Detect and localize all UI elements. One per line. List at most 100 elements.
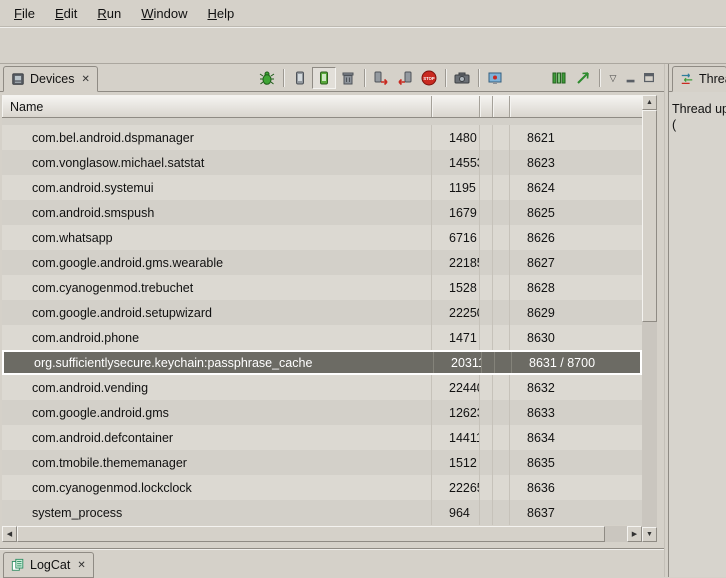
table-row[interactable]: com.android.smspush 1679 8625 — [2, 200, 642, 225]
tab-logcat[interactable]: LogCat ✕ — [3, 552, 94, 578]
pid-cell: 22185 — [432, 250, 480, 275]
name-column-header[interactable]: Name — [2, 96, 432, 117]
process-name-cell: com.android.systemui — [2, 175, 432, 200]
table-row[interactable]: com.tmobile.thememanager 1512 8635 — [2, 450, 642, 475]
table-row[interactable]: com.bel.android.dspmanager 1480 8621 — [2, 125, 642, 150]
stop-process-icon[interactable]: STOP — [417, 67, 441, 89]
empty-cell — [493, 375, 510, 400]
devices-toolbar: STOP ▽ — [255, 65, 658, 91]
vertical-scrollbar[interactable]: ▲ ▼ — [642, 95, 657, 542]
backup-device-icon[interactable] — [369, 67, 393, 89]
menu-file[interactable]: File — [4, 2, 45, 25]
table-row[interactable]: com.google.android.gms.wearable 22185 86… — [2, 250, 642, 275]
empty-cell — [480, 450, 493, 475]
update-heap-icon[interactable] — [288, 67, 312, 89]
restore-device-icon[interactable] — [393, 67, 417, 89]
empty-column-header[interactable] — [480, 96, 493, 117]
table-row[interactable]: com.whatsapp 6716 8626 — [2, 225, 642, 250]
empty-cell — [493, 150, 510, 175]
port-cell: 8629 — [510, 300, 642, 325]
port-cell: 8634 — [510, 425, 642, 450]
scroll-up-icon[interactable]: ▲ — [642, 95, 657, 110]
empty-cell — [493, 500, 510, 525]
pid-cell: 1528 — [432, 275, 480, 300]
empty-cell — [480, 425, 493, 450]
empty-cell — [480, 175, 493, 200]
process-name-cell: org.sufficientlysecure.keychain:passphra… — [4, 352, 434, 373]
method-profiling-icon[interactable] — [571, 67, 595, 89]
close-icon[interactable]: ✕ — [77, 560, 85, 571]
horizontal-scrollbar[interactable]: ◀ ▶ — [2, 526, 642, 542]
port-cell: 8635 — [510, 450, 642, 475]
pid-cell: 6716 — [432, 225, 480, 250]
tab-threads[interactable]: Threads — [672, 66, 726, 92]
tab-devices[interactable]: Devices ✕ — [3, 66, 98, 92]
debug-process-icon[interactable] — [255, 67, 279, 89]
process-name-cell: com.cyanogenmod.trebuchet — [2, 275, 432, 300]
menu-help[interactable]: Help — [197, 2, 244, 25]
table-row[interactable]: system_process 964 8637 — [2, 500, 642, 525]
logcat-tab-icon — [11, 558, 25, 572]
maximize-icon[interactable] — [640, 67, 658, 89]
table-row[interactable]: com.android.vending 22440 8632 — [2, 375, 642, 400]
empty-cell — [480, 225, 493, 250]
main-toolbar-strip — [0, 27, 726, 64]
process-name-cell: com.cyanogenmod.lockclock — [2, 475, 432, 500]
close-icon[interactable]: ✕ — [81, 74, 89, 85]
port-cell: 8624 — [510, 175, 642, 200]
device-tab-icon — [11, 72, 25, 86]
toolbar-separator — [283, 69, 284, 87]
threads-message-line2: ( — [672, 117, 723, 133]
horizontal-scrollbar-thumb[interactable] — [17, 526, 605, 542]
process-name-cell: com.android.vending — [2, 375, 432, 400]
pid-cell: 14553 — [432, 150, 480, 175]
view-menu-icon[interactable]: ▽ — [604, 67, 622, 89]
scroll-left-icon[interactable]: ◀ — [2, 526, 17, 542]
partial-row[interactable] — [2, 118, 642, 125]
threads-tab-label: Threads — [699, 72, 726, 86]
pid-column-header[interactable] — [432, 96, 480, 117]
scroll-down-icon[interactable]: ▼ — [642, 527, 657, 542]
table-row[interactable]: com.vonglasow.michael.satstat 14553 8623 — [2, 150, 642, 175]
dump-hprof-icon[interactable] — [312, 67, 336, 89]
process-name-cell: com.whatsapp — [2, 225, 432, 250]
threads-message-line1: Thread up — [672, 101, 723, 117]
screen-capture-icon[interactable] — [450, 67, 474, 89]
port-column-header[interactable] — [510, 96, 642, 117]
table-row[interactable]: com.google.android.gms 12623 8633 — [2, 400, 642, 425]
empty-cell — [480, 375, 493, 400]
empty-cell — [480, 250, 493, 275]
empty-cell — [493, 225, 510, 250]
table-row[interactable]: com.google.android.setupwizard 22250 862… — [2, 300, 642, 325]
table-row[interactable]: org.sufficientlysecure.keychain:passphra… — [2, 350, 642, 375]
empty-cell — [495, 352, 512, 373]
empty-cell — [480, 500, 493, 525]
process-name-cell: com.tmobile.thememanager — [2, 450, 432, 475]
minimize-icon[interactable] — [622, 67, 640, 89]
menu-window[interactable]: Window — [131, 2, 197, 25]
threads-view: Threads Thread up ( — [669, 64, 726, 577]
process-name-cell: com.google.android.gms.wearable — [2, 250, 432, 275]
port-cell: 8632 — [510, 375, 642, 400]
pid-cell: 1480 — [432, 125, 480, 150]
empty-column-header[interactable] — [493, 96, 510, 117]
table-row[interactable]: com.android.phone 1471 8630 — [2, 325, 642, 350]
table-row[interactable]: com.cyanogenmod.lockclock 22265 8636 — [2, 475, 642, 500]
cause-gc-icon[interactable] — [336, 67, 360, 89]
scroll-right-icon[interactable]: ▶ — [627, 526, 642, 542]
vertical-scrollbar-thumb[interactable] — [642, 110, 657, 322]
table-row[interactable]: com.android.systemui 1195 8624 — [2, 175, 642, 200]
pid-cell: 1679 — [432, 200, 480, 225]
menu-edit[interactable]: Edit — [45, 2, 87, 25]
toolbar-separator — [478, 69, 479, 87]
table-row[interactable]: com.android.defcontainer 14411 8634 — [2, 425, 642, 450]
process-name-cell: com.vonglasow.michael.satstat — [2, 150, 432, 175]
menu-run[interactable]: Run — [87, 2, 131, 25]
screen-record-icon[interactable] — [483, 67, 507, 89]
update-threads-icon[interactable] — [547, 67, 571, 89]
port-cell: 8627 — [510, 250, 642, 275]
threads-tab-icon — [680, 72, 694, 86]
process-name-cell: com.google.android.gms — [2, 400, 432, 425]
pid-cell: 1471 — [432, 325, 480, 350]
table-row[interactable]: com.cyanogenmod.trebuchet 1528 8628 — [2, 275, 642, 300]
